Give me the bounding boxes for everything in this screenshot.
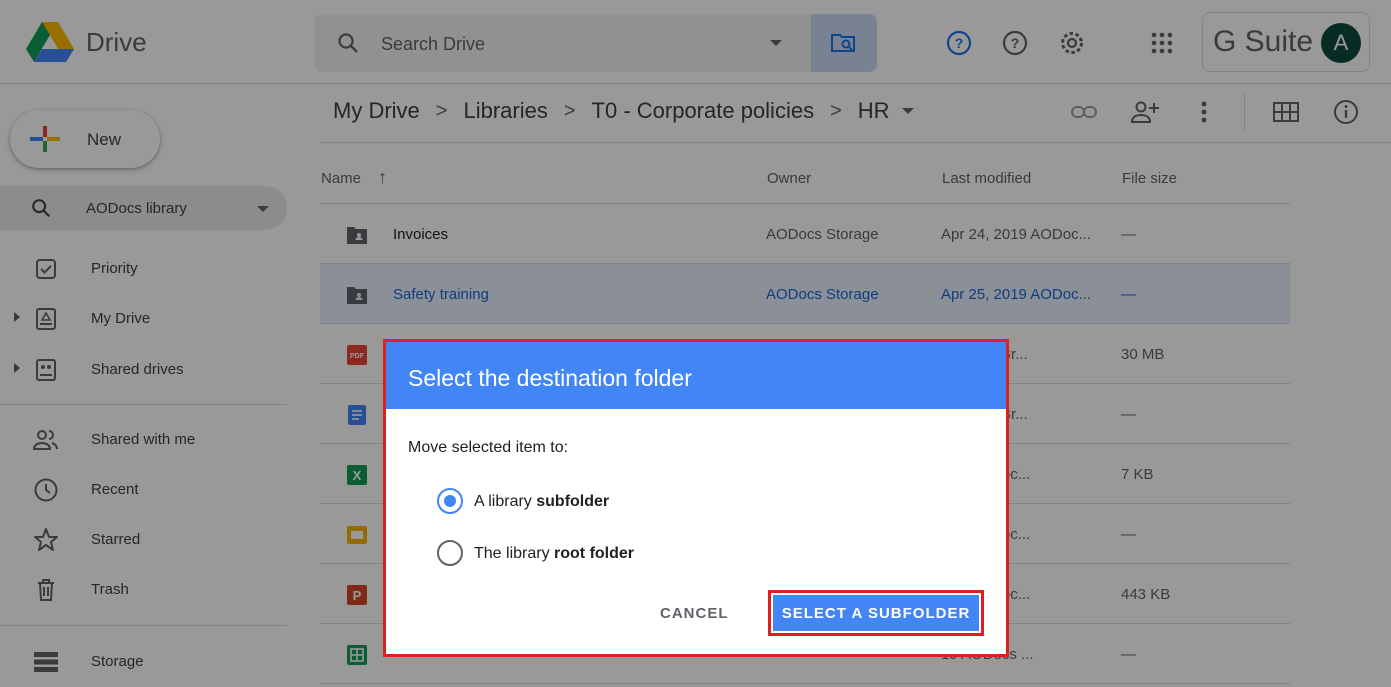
select-subfolder-button[interactable]: SELECT A SUBFOLDER (773, 595, 979, 631)
radio-label-library-subfolder[interactable]: A library subfolder (474, 493, 609, 511)
cancel-button[interactable]: CANCEL (648, 603, 741, 624)
dialog-prompt: Move selected item to: (408, 439, 569, 456)
option-text: A library (474, 493, 537, 510)
option-text: The library (474, 545, 555, 562)
drive-page: Drive Search Drive ? ? G Suite A New AOD… (0, 0, 1391, 687)
radio-library-subfolder[interactable] (437, 488, 463, 514)
destination-folder-dialog: Select the destination folder Move selec… (383, 339, 1009, 657)
select-subfolder-button-highlight: SELECT A SUBFOLDER (768, 590, 984, 636)
radio-label-library-root-folder[interactable]: The library root folder (474, 545, 634, 563)
option-bold-text: subfolder (536, 493, 610, 510)
radio-library-root-folder[interactable] (437, 540, 463, 566)
option-bold-text: root folder (554, 545, 635, 562)
dialog-title: Select the destination folder (408, 365, 692, 391)
dialog-header: Select the destination folder (386, 342, 1006, 409)
